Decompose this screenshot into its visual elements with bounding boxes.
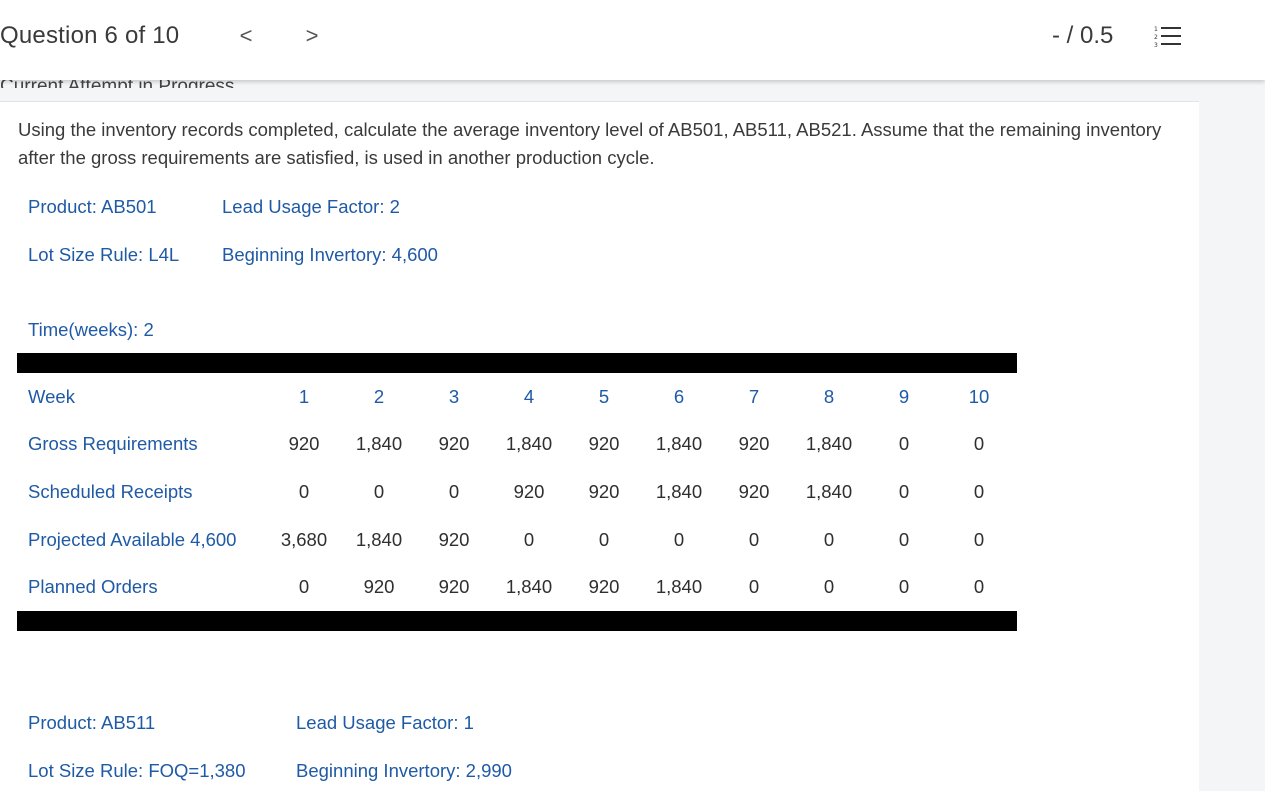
table-bottom-bar (17, 611, 1017, 631)
sched-cell: 1,840 (655, 481, 703, 502)
sched-cell: 920 (513, 481, 545, 502)
product1-time-weeks: Time(weeks): 2 (28, 319, 154, 340)
sched-cell: 0 (298, 481, 310, 502)
week-row-label: Week (28, 386, 75, 407)
planned-cell: 920 (588, 576, 620, 597)
gross-cell: 920 (588, 433, 620, 454)
week-cell: 5 (598, 386, 610, 407)
proj-cell: 920 (438, 529, 470, 550)
gross-cell: 1,840 (655, 433, 703, 454)
planned-orders-label: Planned Orders (28, 576, 158, 597)
scheduled-receipts-label: Scheduled Receipts (28, 481, 193, 502)
product2-name: Product: AB511 (28, 712, 156, 733)
week-cell: 7 (748, 386, 760, 407)
gross-cell: 0 (898, 433, 910, 454)
next-question-button[interactable]: > (300, 22, 324, 50)
gross-cell: 1,840 (805, 433, 853, 454)
gross-cell: 1,840 (505, 433, 553, 454)
gross-requirements-label: Gross Requirements (28, 433, 198, 454)
proj-cell: 0 (523, 529, 535, 550)
sched-cell: 0 (373, 481, 385, 502)
planned-cell: 0 (973, 576, 985, 597)
sched-cell: 0 (448, 481, 460, 502)
svg-text:1: 1 (1154, 26, 1158, 33)
proj-cell: 0 (673, 529, 685, 550)
question-counter: Question 6 of 10 (0, 22, 180, 49)
table-top-bar (17, 353, 1017, 373)
proj-cell: 0 (823, 529, 835, 550)
week-cell: 10 (968, 386, 990, 407)
gross-cell: 920 (738, 433, 770, 454)
question-card: Using the inventory records completed, c… (0, 101, 1199, 791)
sched-cell: 0 (898, 481, 910, 502)
week-cell: 4 (523, 386, 535, 407)
planned-cell: 0 (298, 576, 310, 597)
sched-cell: 0 (973, 481, 985, 502)
question-header: Question 6 of 10 < > - / 0.5 1 2 3 (0, 0, 1265, 80)
question-list-icon[interactable]: 1 2 3 (1153, 24, 1183, 50)
gross-cell: 1,840 (355, 433, 403, 454)
gross-cell: 920 (438, 433, 470, 454)
app-window: Question 6 of 10 < > - / 0.5 1 2 3 Curre… (0, 0, 1265, 791)
proj-cell: 0 (748, 529, 760, 550)
product1-lot-size: Lot Size Rule: L4L (28, 244, 180, 265)
svg-text:2: 2 (1154, 34, 1158, 41)
gross-cell: 920 (288, 433, 320, 454)
sched-cell: 1,840 (805, 481, 853, 502)
question-text: Using the inventory records completed, c… (18, 119, 1162, 168)
proj-cell: 1,840 (355, 529, 403, 550)
proj-cell: 0 (598, 529, 610, 550)
week-cell: 3 (448, 386, 460, 407)
planned-cell: 920 (438, 576, 470, 597)
product1-name: Product: AB501 (28, 196, 157, 217)
sched-cell: 920 (738, 481, 770, 502)
week-cell: 1 (298, 386, 310, 407)
planned-cell: 0 (898, 576, 910, 597)
planned-cell: 1,840 (505, 576, 553, 597)
week-cell: 6 (673, 386, 685, 407)
product1-beginning-inventory: Beginning Invertory: 4,600 (222, 244, 438, 265)
proj-cell: 3,680 (280, 529, 328, 550)
planned-cell: 920 (363, 576, 395, 597)
product1-lead-usage: Lead Usage Factor: 2 (222, 196, 400, 217)
score-display: - / 0.5 (1052, 22, 1114, 49)
planned-cell: 0 (748, 576, 760, 597)
week-cell: 8 (823, 386, 835, 407)
previous-question-button[interactable]: < (234, 22, 258, 50)
week-cell: 9 (898, 386, 910, 407)
product2-lead-usage: Lead Usage Factor: 1 (296, 712, 474, 733)
proj-cell: 0 (898, 529, 910, 550)
planned-cell: 1,840 (655, 576, 703, 597)
svg-text:3: 3 (1154, 42, 1158, 49)
projected-available-label: Projected Available 4,600 (28, 529, 237, 550)
week-cell: 2 (373, 386, 385, 407)
product2-lot-size: Lot Size Rule: FOQ=1,380 (28, 760, 246, 781)
sched-cell: 920 (588, 481, 620, 502)
planned-cell: 0 (823, 576, 835, 597)
product2-beginning-inventory: Beginning Invertory: 2,990 (296, 760, 512, 781)
proj-cell: 0 (973, 529, 985, 550)
gross-cell: 0 (973, 433, 985, 454)
